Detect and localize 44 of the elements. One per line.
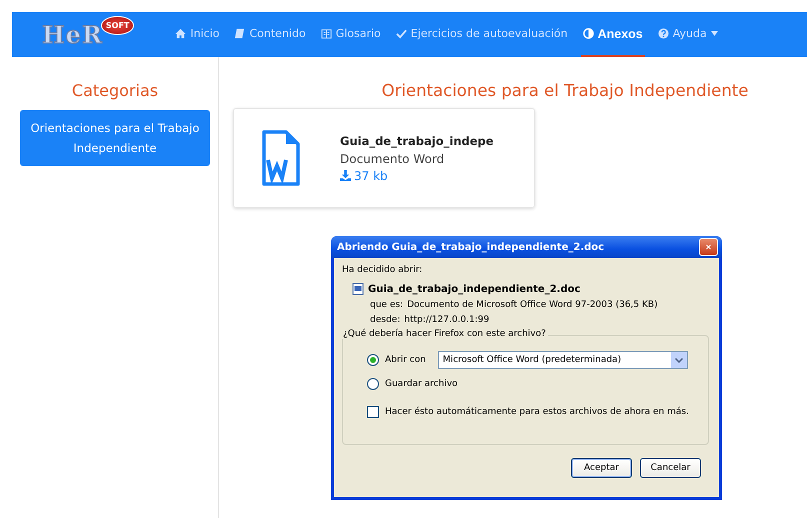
home-icon [175, 28, 186, 39]
check-icon [396, 28, 407, 39]
detail-value: http://127.0.0.1:99 [404, 315, 490, 325]
download-link[interactable]: 37 kb [340, 168, 494, 182]
help-icon [658, 28, 669, 39]
document-icon [262, 130, 300, 186]
detail-label: desde: [370, 315, 400, 325]
contrast-icon [582, 28, 594, 39]
detail-value: Documento de Microsoft Office Word 97-2003 (36,5 KB) [407, 300, 658, 310]
radio-button[interactable] [367, 354, 379, 366]
dialog-button[interactable]: Cancelar [640, 458, 701, 478]
nav-link[interactable]: Ayuda [656, 12, 720, 57]
file-name: Guia_de_trabajo_indepe [340, 134, 494, 148]
dialog-button[interactable]: Aceptar [571, 458, 632, 478]
page-title: Orientaciones para el Trabajo Independiente [380, 81, 750, 100]
nav-link[interactable]: Ejercicios de autoevaluación [394, 12, 570, 57]
radio-button[interactable] [367, 378, 379, 390]
dialog-intro: Ha decidido abrir: [342, 265, 424, 275]
file-name: Guia_de_trabajo_independiente_2.doc [368, 284, 580, 294]
logo-badge: SOFT [100, 16, 134, 35]
checkbox[interactable] [367, 406, 379, 418]
sidebar-title: Categorias [72, 81, 158, 100]
book-icon [320, 28, 332, 39]
logo-text: HeR [42, 20, 103, 49]
nav-link[interactable]: Glosario [318, 12, 383, 57]
download-icon [340, 170, 351, 181]
checkbox-label: Hacer ésto automáticamente para estos archivos de ahora en más. [385, 407, 689, 417]
app-select[interactable]: Microsoft Office Word (predeterminada) [438, 351, 688, 369]
nav-link[interactable]: Inicio [173, 12, 222, 57]
option-label: Abrir con [385, 355, 426, 365]
document-icon [352, 283, 364, 295]
dialog-title: Abriendo Guia_de_trabajo_independiente_2.doc [337, 242, 604, 252]
caret-icon [710, 31, 718, 36]
category-item[interactable]: Orientaciones para el Trabajo Independiente [20, 110, 210, 166]
close-button[interactable] [699, 238, 718, 256]
close-icon [706, 242, 711, 252]
nav-link[interactable]: Contenido [232, 12, 308, 57]
group-title: ¿Qué debería hacer Firefox con este archivo? [341, 329, 548, 339]
book-icon [234, 28, 246, 39]
file-type: Documento Word [340, 152, 446, 166]
chevron-icon [674, 358, 683, 362]
nav-link[interactable]: Anexos [580, 12, 645, 57]
option-label: Guardar archivo [385, 379, 458, 389]
detail-label: que es: [370, 300, 404, 310]
